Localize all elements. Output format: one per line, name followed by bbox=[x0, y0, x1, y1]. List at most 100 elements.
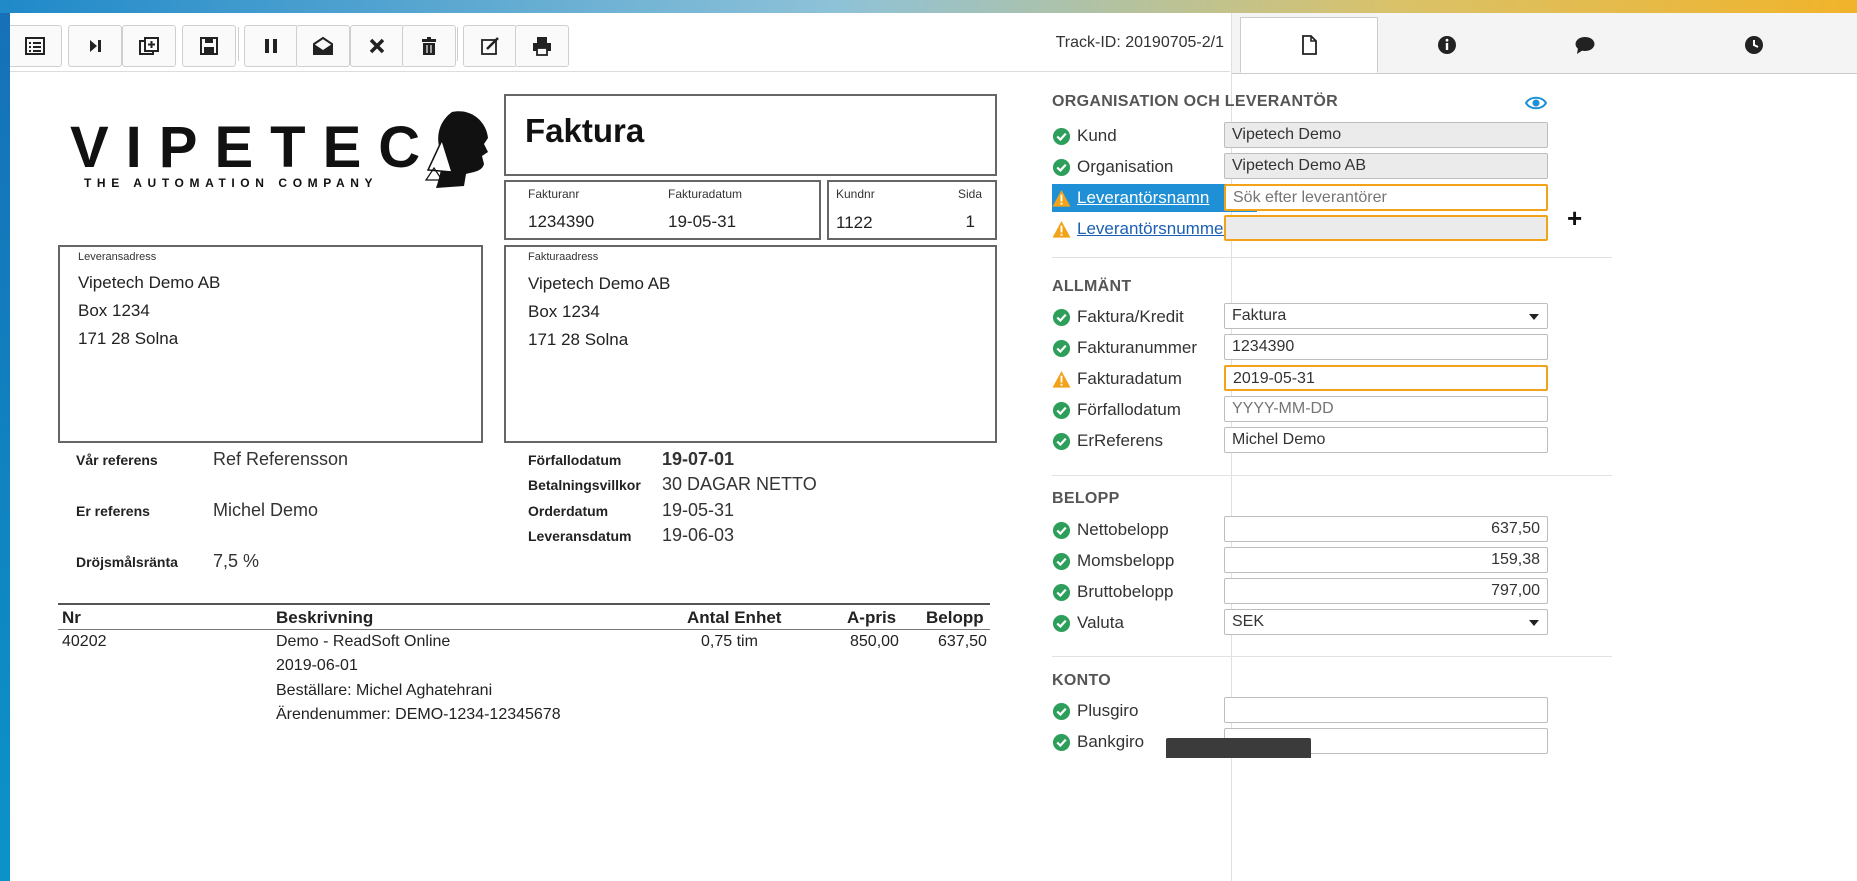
field-label-fakturanummer: Fakturanummer bbox=[1052, 334, 1197, 362]
sida-label: Sida bbox=[957, 187, 982, 201]
er-referens-value: Michel Demo bbox=[213, 500, 319, 520]
delivery-address-box: Leveransadress Vipetech Demo AB Box 1234… bbox=[58, 245, 483, 443]
save-icon bbox=[200, 37, 218, 55]
tab-comments[interactable] bbox=[1516, 17, 1654, 73]
print-button[interactable] bbox=[515, 25, 569, 67]
label-text: Fakturadatum bbox=[1077, 369, 1182, 388]
invoice-title: Faktura bbox=[525, 112, 645, 149]
faktura-kredit-select[interactable]: Faktura bbox=[1224, 303, 1548, 329]
invoice-document[interactable]: VIPETECH THE AUTOMATION COMPANY Faktura … bbox=[10, 72, 1230, 881]
add-supplier-icon[interactable]: + bbox=[1567, 203, 1582, 234]
field-label-bruttobelopp: Bruttobelopp bbox=[1052, 578, 1173, 606]
orderdatum-label: Orderdatum bbox=[528, 503, 609, 519]
save-button[interactable] bbox=[182, 25, 236, 67]
nettobelopp-field[interactable]: 637,50 bbox=[1224, 516, 1548, 542]
cell-antal-enhet: 0,75 tim bbox=[701, 633, 758, 650]
fakturanummer-field[interactable]: 1234390 bbox=[1224, 334, 1548, 360]
leverantorsnummer-field[interactable] bbox=[1224, 215, 1548, 241]
panel-tabs bbox=[1232, 13, 1857, 74]
field-label-organisation: Organisation bbox=[1052, 153, 1173, 181]
drojsmalsranta-label: Dröjsmålsränta bbox=[76, 554, 178, 570]
plusgiro-field[interactable] bbox=[1224, 697, 1548, 723]
pause-button[interactable] bbox=[244, 25, 298, 67]
var-referens-label: Vår referens bbox=[76, 452, 158, 468]
split-document-button[interactable] bbox=[122, 25, 176, 67]
invoice-number-box: Fakturanr Fakturadatum 1234390 19-05-31 bbox=[504, 180, 821, 240]
cell-apris: 850,00 bbox=[850, 633, 899, 650]
field-label-kund: Kund bbox=[1052, 122, 1117, 150]
split-document-icon bbox=[139, 37, 159, 55]
document-icon bbox=[1302, 35, 1317, 55]
check-circle-icon bbox=[1052, 521, 1071, 539]
chevron-down-icon bbox=[1529, 314, 1539, 320]
print-icon bbox=[533, 37, 551, 56]
delivery-address: Vipetech Demo AB Box 1234 171 28 Solna bbox=[78, 269, 220, 353]
fakturadatum-field[interactable]: 2019-05-31 bbox=[1224, 365, 1548, 391]
label-text: Bankgiro bbox=[1077, 732, 1145, 751]
label-text: Kund bbox=[1077, 126, 1117, 145]
organisation-field[interactable]: Vipetech Demo AB bbox=[1224, 153, 1548, 179]
field-label-leverantorsnummer[interactable]: Leverantörsnummer bbox=[1052, 215, 1229, 243]
check-circle-icon bbox=[1052, 614, 1071, 632]
check-circle-icon bbox=[1052, 583, 1071, 601]
forfallodatum-value: 19-07-01 bbox=[662, 449, 735, 469]
track-id: Track-ID: 20190705-2/1 bbox=[1055, 34, 1224, 51]
momsbelopp-field[interactable]: 159,38 bbox=[1224, 547, 1548, 573]
erreferens-field[interactable]: Michel Demo bbox=[1224, 427, 1548, 453]
section-divider bbox=[1052, 257, 1612, 258]
trash-icon bbox=[422, 37, 436, 55]
logo-head-icon bbox=[424, 111, 488, 188]
app-window: Track-ID: 20190705-2/1 VIPETECH THE AUTO… bbox=[10, 13, 1857, 881]
label-text: Leverantörsnamn bbox=[1077, 188, 1210, 207]
list-view-button[interactable] bbox=[10, 25, 62, 67]
bruttobelopp-field[interactable]: 797,00 bbox=[1224, 578, 1548, 604]
address-line: Box 1234 bbox=[528, 302, 600, 321]
col-header-apris: A-pris bbox=[847, 608, 897, 627]
forfallodatum-input[interactable] bbox=[1224, 396, 1548, 422]
cell-nr: 40202 bbox=[62, 633, 107, 650]
warning-icon bbox=[1052, 370, 1071, 388]
check-circle-icon bbox=[1052, 702, 1071, 720]
kund-field[interactable]: Vipetech Demo bbox=[1224, 122, 1548, 148]
edit-icon bbox=[481, 37, 499, 55]
leverantorsnamn-search-input[interactable] bbox=[1224, 184, 1548, 211]
kundnr-value: 1122 bbox=[836, 213, 873, 232]
select-value: SEK bbox=[1232, 613, 1265, 630]
skip-next-button[interactable] bbox=[68, 25, 122, 67]
field-label-nettobelopp: Nettobelopp bbox=[1052, 516, 1169, 544]
fakturanr-label: Fakturanr bbox=[528, 187, 580, 201]
valuta-select[interactable]: SEK bbox=[1224, 609, 1548, 635]
close-button[interactable] bbox=[350, 25, 404, 67]
visibility-eye-icon[interactable] bbox=[1525, 95, 1547, 111]
sida-value: 1 bbox=[965, 212, 975, 231]
field-label-fakturadatum: Fakturadatum bbox=[1052, 365, 1182, 393]
customer-number-box: Kundnr Sida 1122 1 bbox=[827, 180, 997, 240]
pause-icon bbox=[265, 39, 277, 53]
check-circle-icon bbox=[1052, 308, 1071, 326]
edit-button[interactable] bbox=[463, 25, 517, 67]
fakturadatum-label: Fakturadatum bbox=[668, 187, 743, 201]
tab-info[interactable] bbox=[1378, 17, 1516, 73]
warning-icon bbox=[1052, 220, 1071, 238]
tab-document[interactable] bbox=[1240, 17, 1378, 73]
field-label-erreferens: ErReferens bbox=[1052, 427, 1163, 455]
delete-button[interactable] bbox=[402, 25, 456, 67]
cell-description-line: Demo - ReadSoft Online bbox=[276, 633, 451, 650]
cell-description-line: Beställare: Michel Aghatehrani bbox=[276, 682, 493, 699]
address-line: Vipetech Demo AB bbox=[78, 273, 221, 292]
col-header-beskrivning: Beskrivning bbox=[276, 608, 374, 627]
er-referens-label: Er referens bbox=[76, 503, 150, 519]
check-circle-icon bbox=[1052, 733, 1071, 751]
table-header-rule bbox=[58, 629, 990, 630]
label-text: Plusgiro bbox=[1077, 701, 1139, 720]
orderdatum-value: 19-05-31 bbox=[662, 500, 735, 520]
address-line: Vipetech Demo AB bbox=[528, 274, 671, 293]
tab-history[interactable] bbox=[1654, 17, 1854, 73]
check-circle-icon bbox=[1052, 552, 1071, 570]
cell-belopp: 637,50 bbox=[938, 633, 987, 650]
open-envelope-button[interactable] bbox=[296, 25, 350, 67]
info-icon bbox=[1438, 36, 1456, 54]
comment-icon bbox=[1575, 37, 1595, 54]
tooltip-popup bbox=[1166, 738, 1311, 758]
cell-description-line: 2019-06-01 bbox=[276, 657, 358, 674]
